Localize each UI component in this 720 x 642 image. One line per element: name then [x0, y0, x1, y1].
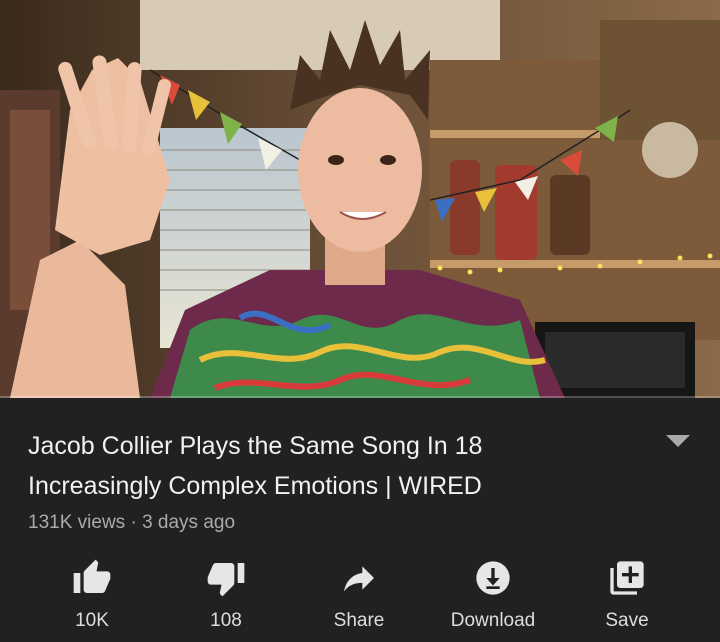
progress-bar[interactable]: [0, 396, 720, 398]
share-button[interactable]: Share: [294, 556, 424, 642]
view-count: 131K views: [28, 512, 126, 533]
video-title-line-1: Jacob Collier Plays the Same Song In 18: [28, 432, 483, 460]
share-arrow-icon: [344, 566, 374, 592]
download-label: Download: [450, 610, 536, 631]
dislike-count: 108: [210, 610, 242, 631]
thumbs-down-icon: [207, 563, 245, 597]
save-button[interactable]: Save: [562, 556, 692, 642]
like-button[interactable]: 10K: [27, 556, 157, 642]
video-player[interactable]: [0, 0, 720, 398]
meta-separator: ·: [130, 512, 137, 533]
save-label: Save: [605, 610, 649, 631]
thumbs-up-icon: [73, 559, 111, 593]
video-title-line-2: Increasingly Complex Emotions | WIRED: [28, 472, 482, 500]
video-meta: 131K views · 3 days ago: [28, 512, 235, 534]
download-icon: [476, 561, 510, 595]
video-frame: [0, 0, 720, 398]
video-title[interactable]: Jacob Collier Plays the Same Song In 18 …: [28, 426, 628, 506]
action-bar: 10K 108 Share Download Save: [0, 556, 720, 642]
dislike-button[interactable]: 108: [161, 556, 291, 642]
upload-age: 3 days ago: [142, 512, 236, 533]
share-label: Share: [333, 610, 385, 631]
expand-description-button[interactable]: [660, 430, 696, 454]
download-button[interactable]: Download: [428, 556, 558, 642]
chevron-down-icon: [666, 435, 690, 447]
add-to-playlist-icon: [610, 561, 644, 595]
like-count: 10K: [75, 610, 109, 631]
